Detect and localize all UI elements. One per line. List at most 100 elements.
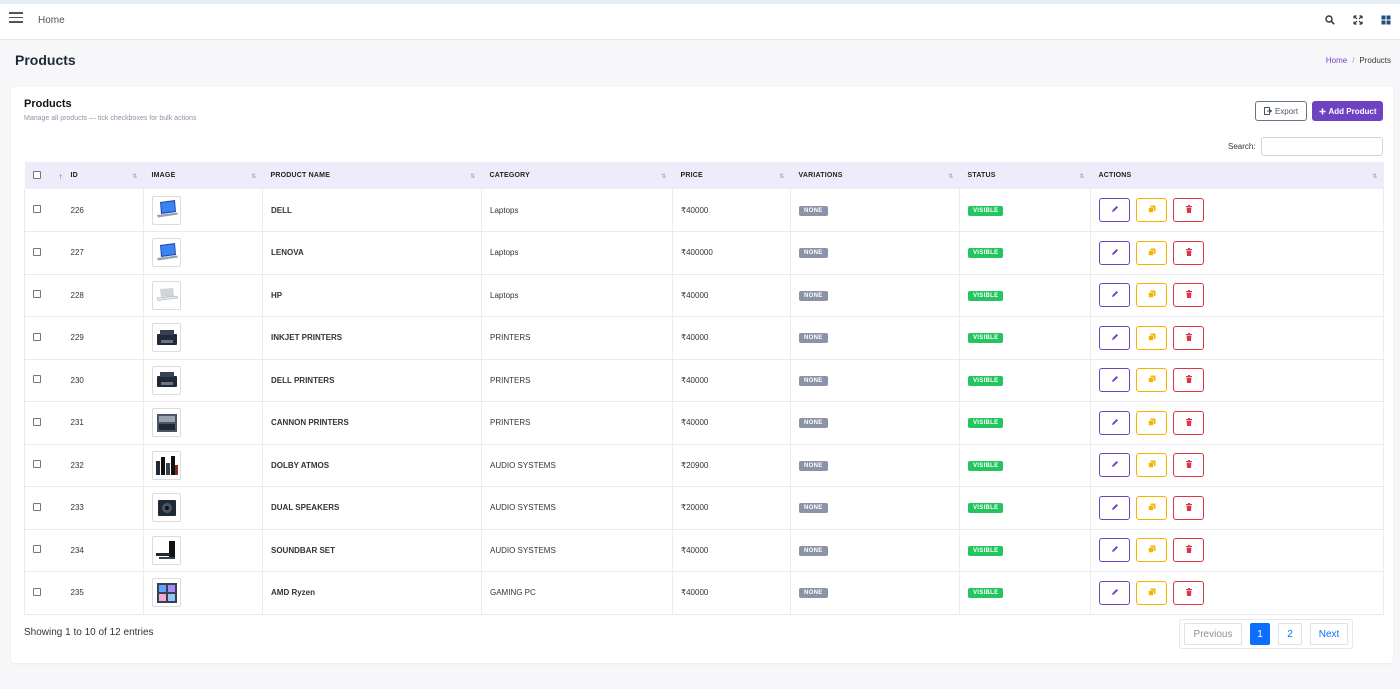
table-row[interactable]: 231 CANNON PRINTERS PRINTERS ₹40000 NONE… xyxy=(24,401,1384,445)
product-thumbnail[interactable] xyxy=(152,450,181,480)
delete-button[interactable] xyxy=(1173,368,1204,393)
column-header-product-name[interactable]: PRODUCT NAME ⇅ xyxy=(263,162,482,189)
column-header-variations[interactable]: VARIATIONS ⇅ xyxy=(791,162,960,189)
row-select-cell xyxy=(25,402,63,445)
row-checkbox[interactable] xyxy=(33,502,41,511)
row-actions xyxy=(1099,580,1375,605)
table-row[interactable]: 227 LENOVA Laptops ₹400000 NONE VISIBLE xyxy=(24,231,1384,274)
edit-button[interactable] xyxy=(1099,453,1130,478)
breadcrumb-home[interactable]: Home xyxy=(1326,56,1347,65)
table-row[interactable]: 226 DELL Laptops ₹40000 NONE VISIBLE xyxy=(24,189,1384,232)
product-thumbnail[interactable] xyxy=(152,578,181,608)
status-badge: VISIBLE xyxy=(968,418,1004,429)
edit-button[interactable] xyxy=(1099,410,1130,435)
row-actions xyxy=(1099,283,1375,308)
row-checkbox[interactable] xyxy=(33,375,41,384)
column-header-actions[interactable]: ACTIONS ⇅ xyxy=(1091,162,1384,189)
status-cell: VISIBLE xyxy=(959,444,1091,487)
edit-button[interactable] xyxy=(1099,495,1130,520)
duplicate-button[interactable] xyxy=(1136,580,1167,605)
delete-button[interactable] xyxy=(1173,198,1204,222)
pagination-next[interactable]: Next xyxy=(1310,623,1348,645)
duplicate-button[interactable] xyxy=(1136,453,1167,478)
edit-button[interactable] xyxy=(1099,240,1130,265)
row-checkbox[interactable] xyxy=(33,460,41,469)
pencil-icon xyxy=(1111,375,1119,385)
search-icon[interactable] xyxy=(1316,12,1344,28)
delete-button[interactable] xyxy=(1173,495,1204,520)
table-row[interactable]: 232 DOLBY ATMOS AUDIO SYSTEMS ₹20900 NON… xyxy=(24,444,1384,487)
delete-button[interactable] xyxy=(1173,580,1204,605)
delete-button[interactable] xyxy=(1173,453,1204,478)
add-product-button[interactable]: Add Product xyxy=(1312,101,1383,121)
table-row[interactable]: 230 DELL PRINTERS PRINTERS ₹40000 NONE V… xyxy=(24,359,1384,402)
edit-button[interactable] xyxy=(1099,198,1130,222)
edit-button[interactable] xyxy=(1099,283,1130,308)
column-header-category[interactable]: CATEGORY ⇅ xyxy=(482,162,673,189)
table-row[interactable]: 235 AMD Ryzen GAMING PC ₹40000 NONE VISI… xyxy=(24,571,1384,614)
duplicate-button[interactable] xyxy=(1136,410,1167,435)
product-thumbnail[interactable] xyxy=(152,195,181,225)
row-checkbox[interactable] xyxy=(33,247,41,256)
product-id: 232 xyxy=(62,444,144,487)
row-checkbox[interactable] xyxy=(33,587,41,596)
duplicate-button[interactable] xyxy=(1136,283,1167,308)
product-thumbnail[interactable] xyxy=(152,238,181,268)
edit-button[interactable] xyxy=(1099,580,1130,605)
column-header-id[interactable]: ID ⇅ xyxy=(63,162,144,189)
product-thumbnail[interactable] xyxy=(152,280,181,310)
variations-cell: NONE xyxy=(790,401,960,444)
duplicate-button[interactable] xyxy=(1136,368,1167,393)
column-header-image[interactable]: IMAGE ⇅ xyxy=(144,162,263,189)
row-checkbox[interactable] xyxy=(33,545,41,554)
table-row[interactable]: 229 INKJET PRINTERS PRINTERS ₹40000 NONE… xyxy=(24,316,1384,359)
fullscreen-icon[interactable] xyxy=(1344,12,1372,28)
row-checkbox[interactable] xyxy=(33,332,41,341)
delete-button[interactable] xyxy=(1173,410,1204,435)
column-header-price[interactable]: PRICE ⇅ xyxy=(673,162,791,189)
menu-icon[interactable] xyxy=(9,12,23,24)
row-select-cell xyxy=(25,529,63,572)
table-row[interactable]: 228 HP Laptops ₹40000 NONE VISIBLE xyxy=(24,274,1384,317)
duplicate-button[interactable] xyxy=(1136,538,1167,563)
delete-button[interactable] xyxy=(1173,240,1204,265)
duplicate-button[interactable] xyxy=(1136,325,1167,350)
table-row[interactable]: 234 SOUNDBAR SET AUDIO SYSTEMS ₹40000 NO… xyxy=(24,529,1384,572)
select-all-checkbox[interactable] xyxy=(32,170,41,179)
edit-button[interactable] xyxy=(1099,325,1130,350)
duplicate-button[interactable] xyxy=(1136,495,1167,520)
product-price: ₹40000 xyxy=(672,571,791,614)
pagination-previous[interactable]: Previous xyxy=(1184,623,1242,645)
search-input[interactable] xyxy=(1261,137,1383,156)
edit-button[interactable] xyxy=(1099,368,1130,393)
table-row[interactable]: 233 DUAL SPEAKERS AUDIO SYSTEMS ₹20000 N… xyxy=(24,486,1384,529)
row-select-cell xyxy=(25,359,63,402)
product-category: Laptops xyxy=(481,274,673,317)
edit-button[interactable] xyxy=(1099,538,1130,563)
column-header-status[interactable]: STATUS ⇅ xyxy=(960,162,1091,189)
row-checkbox[interactable] xyxy=(33,417,41,426)
product-thumbnail[interactable] xyxy=(152,323,181,353)
delete-button[interactable] xyxy=(1173,283,1204,308)
export-button[interactable]: Export xyxy=(1255,101,1307,121)
status-badge: VISIBLE xyxy=(968,545,1004,556)
product-thumbnail[interactable] xyxy=(152,493,181,523)
product-thumbnail[interactable] xyxy=(152,535,181,565)
row-checkbox[interactable] xyxy=(33,290,41,299)
apps-grid-icon[interactable] xyxy=(1372,12,1400,28)
product-thumbnail[interactable] xyxy=(152,365,181,395)
pagination-page-2[interactable]: 2 xyxy=(1278,623,1302,645)
delete-button[interactable] xyxy=(1173,538,1204,563)
pagination-page-1[interactable]: 1 xyxy=(1250,623,1270,645)
product-thumbnail[interactable] xyxy=(152,408,181,438)
duplicate-button[interactable] xyxy=(1136,240,1167,265)
duplicate-button[interactable] xyxy=(1136,198,1167,222)
delete-button[interactable] xyxy=(1173,325,1204,350)
table-body: 226 DELL Laptops ₹40000 NONE VISIBLE 227… xyxy=(24,189,1384,614)
row-select-cell xyxy=(25,444,63,487)
sort-icon: ⇅ xyxy=(132,174,138,180)
product-id: 226 xyxy=(62,189,144,232)
variations-cell: NONE xyxy=(790,274,960,317)
nav-home-link[interactable]: Home xyxy=(38,15,65,26)
row-checkbox[interactable] xyxy=(33,205,41,213)
